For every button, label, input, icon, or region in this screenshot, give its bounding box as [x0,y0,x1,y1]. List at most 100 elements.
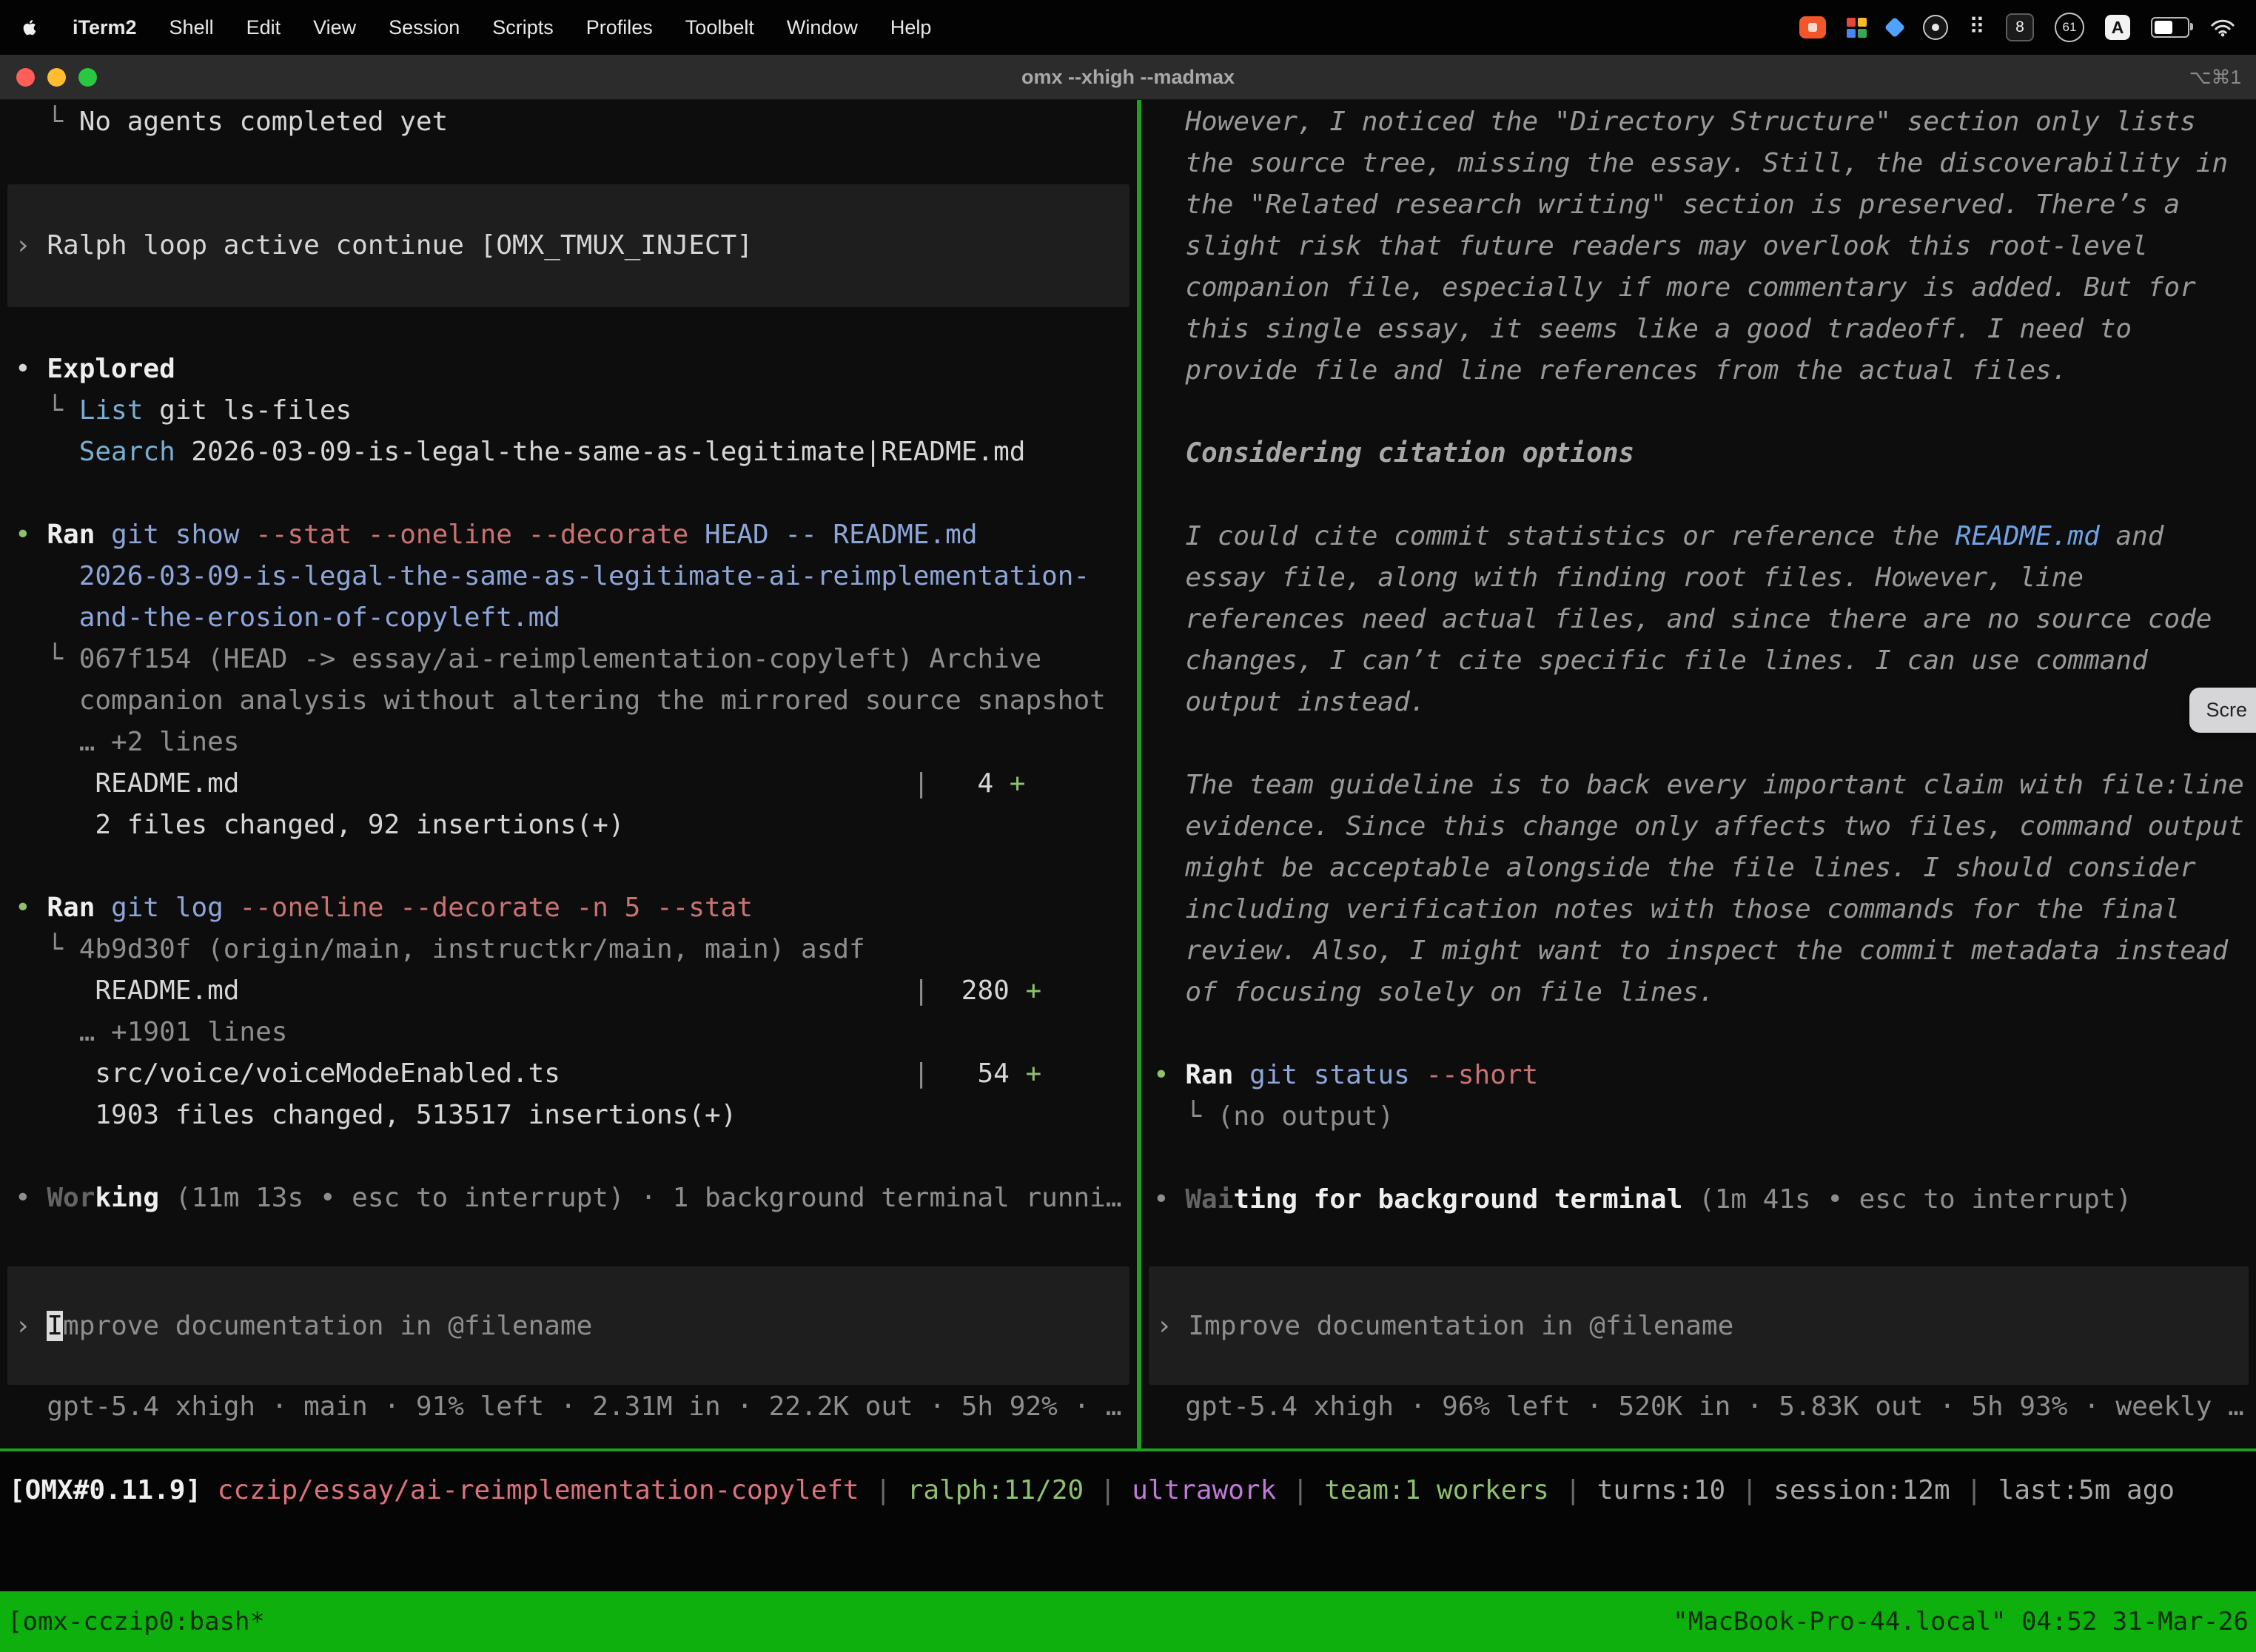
menu-window[interactable]: Window [787,16,858,39]
text-segment: slight risk that future readers may over… [1153,231,2148,261]
percent-badge-icon[interactable]: 61 [2055,13,2084,42]
text-segment: 1903 files changed, 513517 insertions(+) [15,1100,736,1130]
grid-app-icon[interactable] [1847,18,1867,38]
screen-overlay-button[interactable]: Scre [2189,688,2256,733]
numpad-icon[interactable]: 8 [2006,13,2034,41]
grid-dot-yellow [1858,18,1867,27]
wifi-glyph [2210,18,2235,37]
terminal-line: … +2 lines [15,722,1128,763]
left-status-line: gpt-5.4 xhigh · main · 91% left · 2.31M … [15,1386,1122,1428]
tmux-status-bar: [omx-cczip0:bash* "MacBook-Pro-44.local"… [0,1591,2256,1652]
dots-grid-icon[interactable]: ⠿ [1969,16,1985,38]
text-segment [15,561,79,591]
terminal-line: • Ran git log --oneline --decorate -n 5 … [15,887,1128,929]
text-segment: Wai [1185,1184,1233,1215]
menu-session[interactable]: Session [389,16,460,39]
menu-profiles[interactable]: Profiles [586,16,653,39]
terminal-blank-line [1153,474,2247,516]
terminal-line: However, I noticed the "Directory Struct… [1153,101,2247,143]
text-segment [1233,1060,1249,1090]
text-segment: • [15,1183,47,1213]
window-title: omx --xhigh --madmax [0,66,2256,89]
text-segment: git status [1249,1060,1426,1090]
terminal-blank-line [1153,392,2247,433]
text-segment: + [1025,976,1041,1006]
menu-shell[interactable]: Shell [169,16,214,39]
text-segment: ting for background terminal [1233,1184,1682,1215]
menu-edit[interactable]: Edit [246,16,281,39]
text-segment: I could cite commit statistics or refere… [1153,521,1955,551]
text-segment: (1m 41s • esc to interrupt) [1682,1184,2132,1215]
text-segment: including verification notes with those … [1153,894,2180,924]
zoom-button[interactable] [78,68,97,87]
recording-stop-glyph [1808,23,1817,32]
grid-dot-green [1858,29,1867,38]
text-segment: README.md [1955,521,2100,551]
menu-bar-left: iTerm2 Shell Edit View Session Scripts P… [21,16,931,39]
left-prompt-input[interactable]: › Improve documentation in @filename [7,1266,1129,1385]
text-segment: 4b9d30f (origin/main, instructkr/main, m… [79,934,865,964]
blue-app-icon[interactable] [1887,20,1902,35]
menu-help[interactable]: Help [890,16,932,39]
text-segment: king [95,1183,159,1213]
text-segment: turns:10 [1597,1475,1725,1505]
wifi-icon[interactable] [2210,18,2235,37]
menu-view[interactable]: View [313,16,356,39]
text-segment: • [15,520,47,550]
highlight-block: › Ralph loop active continue [OMX_TMUX_I… [7,184,1129,307]
menu-scripts[interactable]: Scripts [492,16,554,39]
terminal-line: README.md| 4 + [15,763,1128,805]
text-segment: › [15,1311,47,1341]
text-segment: src/voice/voiceModeEnabled.ts [15,1053,913,1095]
right-prompt-input[interactable]: › Improve documentation in @filename [1149,1266,2249,1385]
text-segment: ultrawork [1132,1475,1276,1505]
text-segment: Considering citation options [1153,438,1634,469]
menu-toolbelt[interactable]: Toolbelt [685,16,754,39]
text-segment: └ [1153,1101,1218,1132]
terminal-line: Search 2026-03-09-is-legal-the-same-as-l… [15,432,1128,473]
input-source-icon[interactable]: A [2105,15,2130,40]
left-pane-output: └ No agents completed yet› Ralph loop ac… [0,100,1137,1219]
terminal-line: README.md| 280 + [15,970,1128,1012]
terminal-line: • Explored [15,349,1128,390]
apple-menu-icon[interactable] [21,16,40,38]
text-segment: companion analysis without altering the … [15,685,1106,716]
text-segment: might be acceptable alongside the file l… [1153,853,2196,883]
terminal-line: › Ralph loop active continue [OMX_TMUX_I… [15,225,753,266]
text-segment: + [1025,1058,1041,1089]
traffic-lights [16,68,97,87]
round-app-icon[interactable] [1923,15,1948,40]
round-app-dot [1932,24,1939,31]
window-title-bar: omx --xhigh --madmax ⌥⌘1 [0,55,2256,100]
terminal-line: including verification notes with those … [1153,889,2247,930]
text-segment: | [1276,1475,1324,1505]
text-segment: 4 [929,768,1009,799]
terminal-line: 1903 files changed, 513517 insertions(+) [15,1095,1128,1136]
terminal-blank-line [1153,1138,2247,1179]
text-segment: | [913,1058,930,1089]
battery-icon[interactable] [2151,17,2189,38]
text-segment: └ [15,107,79,137]
terminal-line: output instead. [1153,682,2247,723]
text-segment: Explored [47,354,175,384]
text-segment: 2026-03-09-is-legal-the-same-as-legitima… [79,561,1090,591]
terminal-line: src/voice/voiceModeEnabled.ts| 54 + [15,1053,1128,1095]
text-segment: + [1010,768,1026,799]
terminal-blank-line [1153,723,2247,765]
text-segment: … +2 lines [15,727,239,757]
text-segment: • [1153,1184,1185,1215]
text-segment: | [859,1475,907,1505]
terminal-line: this single essay, it seems like a good … [1153,309,2247,350]
screen-recording-icon[interactable] [1799,16,1826,38]
omx-status-bar: [OMX#0.11.9] cczip/essay/ai-reimplementa… [0,1451,2256,1591]
text-segment: 280 [929,976,1025,1006]
text-segment: changes, I can’t cite specific file line… [1153,645,2148,676]
text-segment: output instead. [1153,687,1426,717]
terminal-line: • Ran git status --short [1153,1055,2247,1096]
close-button[interactable] [16,68,35,87]
terminal-line: • Working (11m 13s • esc to interrupt) ·… [15,1178,1128,1219]
minimize-button[interactable] [47,68,66,87]
terminal-line: the source tree, missing the essay. Stil… [1153,143,2247,184]
app-menu-iterm2[interactable]: iTerm2 [73,16,137,39]
text-segment [95,520,111,550]
